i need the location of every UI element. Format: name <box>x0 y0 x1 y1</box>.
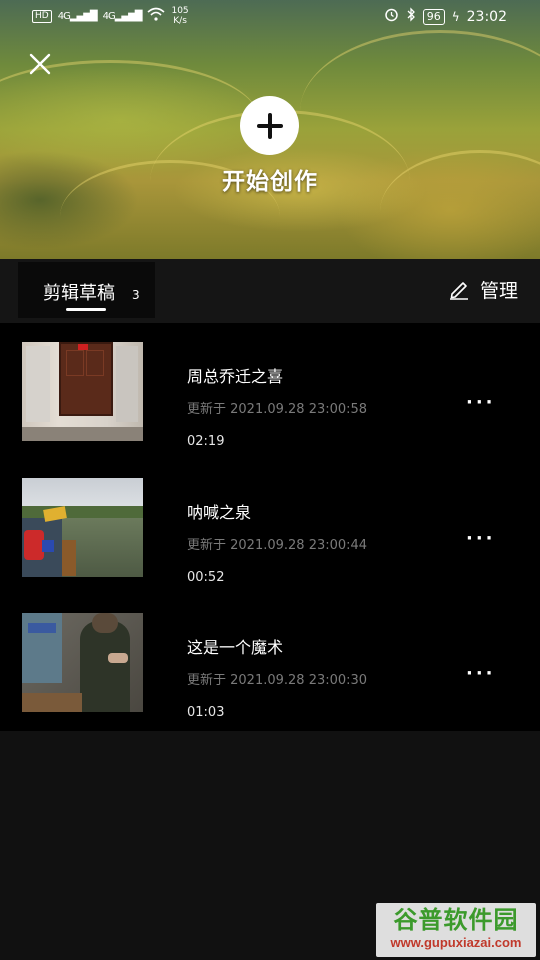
draft-item[interactable]: 呐喊之泉 更新于 2021.09.28 23:00:44 00:52 ··· <box>0 478 540 598</box>
bluetooth-icon <box>406 7 416 26</box>
start-create-button[interactable] <box>240 96 299 155</box>
watermark-url: www.gupuxiazai.com <box>390 935 522 950</box>
battery-indicator: 96 <box>422 8 445 25</box>
charging-icon: ϟ <box>451 9 460 24</box>
watermark-text: 谷普软件园 <box>393 906 519 934</box>
tab-drafts[interactable]: 剪辑草稿 3 <box>18 262 155 318</box>
pencil-icon <box>449 282 468 300</box>
tab-active-indicator <box>66 308 106 311</box>
more-options-button[interactable]: ··· <box>466 663 496 684</box>
alarm-icon <box>384 7 399 26</box>
status-bar: HD 4G▂▄▆█ 4G▂▄▆█ 105 K/s 96 ϟ 23:02 <box>0 0 540 34</box>
signal-2-icon: 4G▂▄▆█ <box>102 10 143 22</box>
draft-duration: 00:52 <box>187 570 225 585</box>
draft-updated-time: 更新于 2021.09.28 23:00:58 <box>187 402 368 417</box>
draft-thumbnail[interactable] <box>22 478 143 577</box>
draft-title: 这是一个魔术 <box>187 638 284 657</box>
network-speed: 105 K/s <box>171 6 189 26</box>
draft-thumbnail[interactable] <box>22 613 143 712</box>
clock: 23:02 <box>466 8 507 25</box>
close-icon <box>29 53 51 75</box>
hd-badge: HD <box>32 9 52 23</box>
draft-updated-time: 更新于 2021.09.28 23:00:44 <box>187 538 368 553</box>
signal-1-icon: 4G▂▄▆█ <box>57 10 98 22</box>
draft-thumbnail[interactable] <box>22 342 143 441</box>
watermark-logo: 谷普软件园 www.gupuxiazai.com <box>376 903 536 957</box>
drafts-list: 周总乔迁之喜 更新于 2021.09.28 23:00:58 02:19 ···… <box>0 323 540 731</box>
more-options-button[interactable]: ··· <box>466 392 496 413</box>
wifi-icon <box>147 7 166 25</box>
draft-item[interactable]: 周总乔迁之喜 更新于 2021.09.28 23:00:58 02:19 ··· <box>0 342 540 462</box>
plus-icon <box>256 112 283 139</box>
draft-title: 周总乔迁之喜 <box>187 367 284 386</box>
draft-duration: 02:19 <box>187 434 225 449</box>
draft-title: 呐喊之泉 <box>187 503 252 522</box>
start-create-label[interactable]: 开始创作 <box>0 162 540 196</box>
close-button[interactable] <box>24 48 56 80</box>
draft-updated-time: 更新于 2021.09.28 23:00:30 <box>187 673 368 688</box>
hero-banner: HD 4G▂▄▆█ 4G▂▄▆█ 105 K/s 96 ϟ 23:02 开始创作 <box>0 0 540 259</box>
draft-duration: 01:03 <box>187 705 225 720</box>
more-options-button[interactable]: ··· <box>466 528 496 549</box>
tabs-bar: 剪辑草稿 3 管理 <box>0 259 540 323</box>
tab-drafts-label: 剪辑草稿 <box>43 283 115 304</box>
draft-item[interactable]: 这是一个魔术 更新于 2021.09.28 23:00:30 01:03 ··· <box>0 613 540 733</box>
tab-drafts-count: 3 <box>132 288 140 302</box>
manage-button[interactable]: 管理 <box>448 274 518 304</box>
manage-label: 管理 <box>479 279 518 302</box>
